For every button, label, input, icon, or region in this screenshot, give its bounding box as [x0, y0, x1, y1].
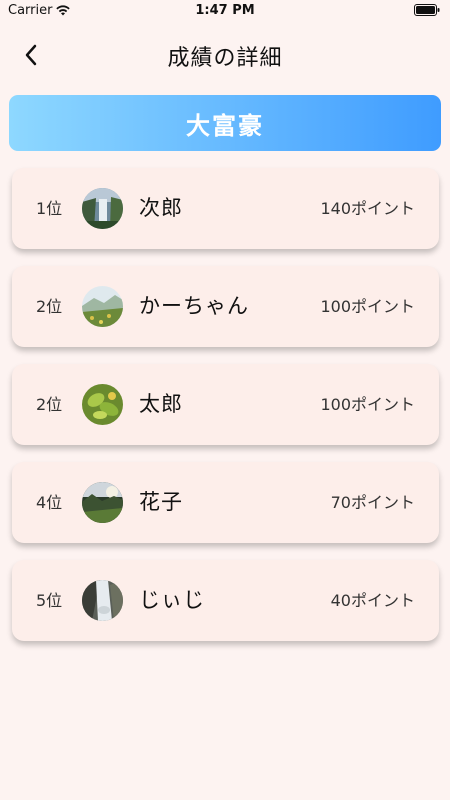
points-label: 100ポイント	[320, 297, 415, 316]
rank-label: 4位	[36, 493, 63, 512]
waterfall-photo-icon	[82, 188, 123, 229]
player-name: 次郎	[139, 196, 183, 220]
avatar	[82, 384, 123, 425]
points-label: 70ポイント	[330, 493, 415, 512]
player-name: じぃじ	[139, 588, 205, 612]
ranking-row[interactable]: 2位 太郎 100ポイント	[12, 364, 439, 445]
battery-icon	[414, 4, 440, 16]
player-name: 太郎	[139, 392, 183, 416]
player-name: 花子	[139, 490, 183, 514]
forest-sunset-photo-icon	[82, 482, 123, 523]
ranking-row[interactable]: 1位 次郎 140ポイント	[12, 168, 439, 249]
rank-label: 2位	[36, 297, 63, 316]
points-label: 140ポイント	[320, 199, 415, 218]
green-leaves-photo-icon	[82, 384, 123, 425]
ranking-row[interactable]: 4位 花子 70ポイント	[12, 462, 439, 543]
status-time: 1:47 PM	[195, 3, 255, 18]
rank-label: 1位	[36, 199, 63, 218]
page-title: 成績の詳細	[167, 46, 283, 71]
ranking-row[interactable]: 2位 かーちゃん 100ポイント	[12, 266, 439, 347]
ranking-row[interactable]: 5位 じぃじ 40ポイント	[12, 560, 439, 641]
rank-label: 2位	[36, 395, 63, 414]
mountain-meadow-photo-icon	[82, 286, 123, 327]
river-rocks-photo-icon	[82, 580, 123, 621]
avatar	[82, 188, 123, 229]
points-label: 40ポイント	[330, 591, 415, 610]
player-name: かーちゃん	[139, 294, 249, 318]
avatar	[82, 482, 123, 523]
avatar	[82, 286, 123, 327]
avatar	[82, 580, 123, 621]
rank-label: 5位	[36, 591, 63, 610]
points-label: 100ポイント	[320, 395, 415, 414]
status-bar: Carrier 1:47 PM	[0, 0, 450, 24]
navigation-bar: 成績の詳細	[0, 30, 450, 78]
game-title-banner: 大富豪	[9, 95, 441, 151]
ranking-list: 1位 次郎 140ポイント 2位 かーちゃん 100ポイント 2位 太郎 100…	[12, 168, 439, 658]
